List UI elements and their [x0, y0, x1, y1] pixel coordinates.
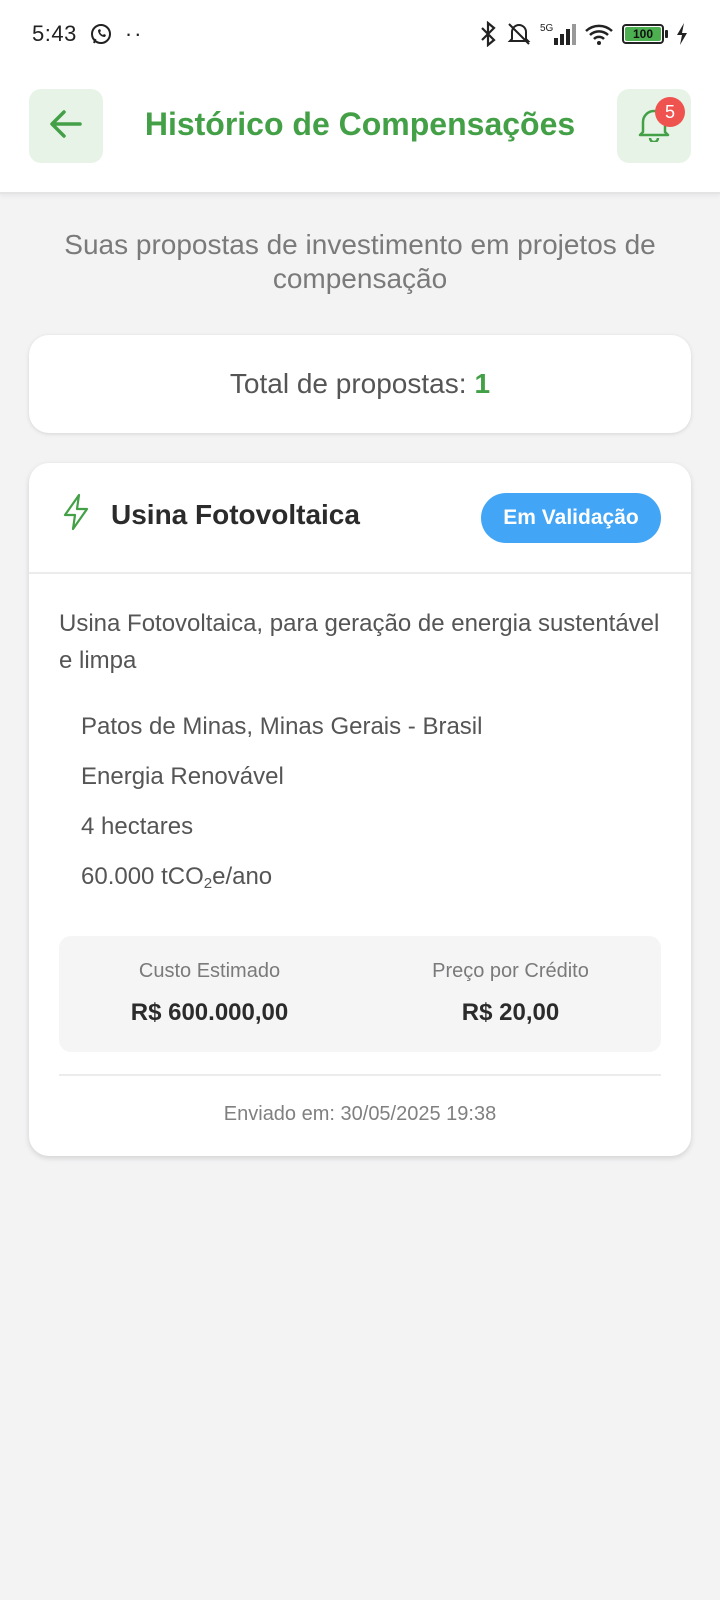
app-header: Histórico de Compensações 5 — [0, 68, 720, 194]
charging-icon — [676, 23, 688, 45]
wifi-icon — [584, 22, 614, 46]
proposal-emissions: 60.000 tCO2e/ano — [81, 863, 272, 892]
whatsapp-icon — [89, 22, 113, 46]
status-badge: Em Validação — [481, 493, 661, 543]
total-proposals-card: Total de propostas: 1 — [29, 335, 691, 433]
estimated-cost-label: Custo Estimado — [138, 960, 281, 982]
proposal-area: 4 hectares — [81, 813, 194, 840]
status-bar-right: 5G 100 — [478, 21, 688, 47]
total-count: 1 — [474, 368, 491, 399]
proposal-card[interactable]: Usina Fotovoltaica Em Validação Usina Fo… — [29, 463, 691, 1156]
lightning-icon — [61, 493, 91, 536]
credit-price-label: Preço por Crédito — [432, 960, 589, 982]
proposal-location: Patos de Minas, Minas Gerais - Brasil — [81, 713, 483, 740]
proposal-description: Usina Fotovoltaica, para geração de ener… — [59, 610, 660, 674]
back-button[interactable] — [29, 89, 103, 163]
page-subtitle: Suas propostas de investimento em projet… — [64, 229, 656, 294]
estimated-cost-value: R$ 600.000,00 — [130, 999, 289, 1026]
clock: 5:43 — [32, 21, 77, 46]
back-arrow-icon — [49, 109, 83, 144]
page-title: Histórico de Compensações — [144, 106, 576, 142]
svg-text:5G: 5G — [540, 23, 554, 34]
more-notifications-dots: ·· — [124, 21, 144, 46]
battery-level: 100 — [625, 27, 661, 41]
notifications-button[interactable]: 5 — [617, 89, 691, 163]
total-label: Total de propostas: — [229, 368, 467, 399]
battery-icon: 100 — [622, 24, 668, 44]
emissions-suffix: e/ano — [212, 863, 273, 890]
proposal-category: Energia Renovável — [81, 763, 284, 790]
status-bar: 5:43 ·· 5G 100 — [0, 0, 720, 68]
sent-date: Enviado em: 30/05/2025 19:38 — [223, 1103, 497, 1125]
proposal-title: Usina Fotovoltaica — [111, 499, 360, 530]
emissions-subscript: 2 — [203, 875, 213, 892]
credit-price: Preço por Crédito R$ 20,00 — [360, 936, 661, 1052]
notification-badge: 5 — [655, 97, 685, 127]
bluetooth-icon — [478, 21, 498, 47]
proposal-card-header: Usina Fotovoltaica Em Validação — [29, 463, 691, 574]
credit-price-value: R$ 20,00 — [461, 999, 560, 1026]
silent-bell-icon — [506, 21, 532, 47]
signal-icon: 5G — [540, 21, 576, 47]
status-bar-left: 5:43 ·· — [32, 21, 143, 47]
emissions-prefix: 60.000 tCO — [81, 863, 204, 890]
pricing-summary: Custo Estimado R$ 600.000,00 Preço por C… — [59, 936, 661, 1052]
card-divider — [59, 1074, 661, 1076]
estimated-cost: Custo Estimado R$ 600.000,00 — [59, 936, 360, 1052]
